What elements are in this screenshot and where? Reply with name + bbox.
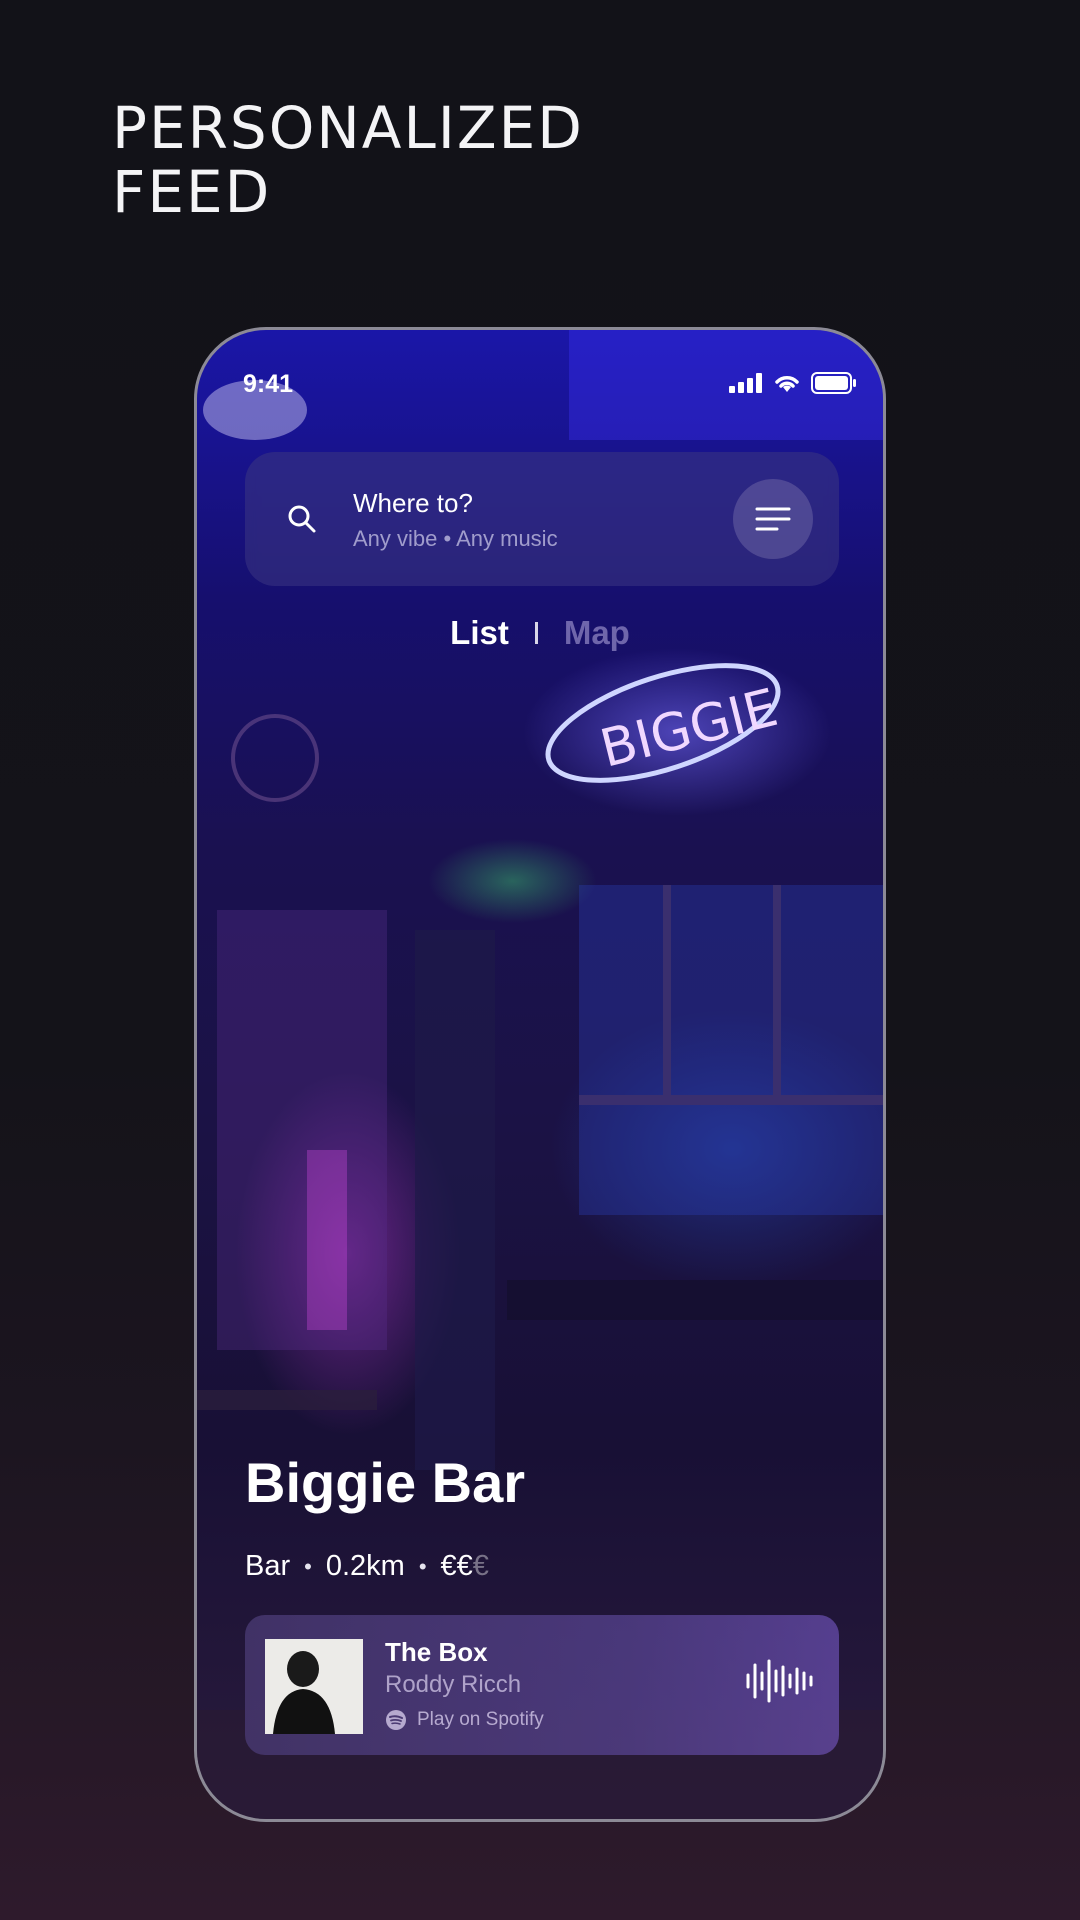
meta-separator: • xyxy=(418,1553,427,1579)
album-art xyxy=(265,1639,363,1734)
track-artist: Roddy Ricch xyxy=(385,1671,522,1698)
cellular-signal-icon xyxy=(729,373,762,393)
battery-icon xyxy=(811,372,856,394)
headline-line-2: FEED xyxy=(112,158,272,226)
status-time: 9:41 xyxy=(243,370,294,398)
venue-meta: Bar • 0.2km • €€€ xyxy=(245,1550,489,1583)
now-playing-card[interactable]: The Box Roddy Ricch Play on Spotify xyxy=(245,1615,839,1755)
search-icon xyxy=(288,505,316,533)
tab-map[interactable]: Map xyxy=(564,614,630,652)
track-title: The Box xyxy=(385,1637,488,1667)
venue-category: Bar xyxy=(245,1550,291,1582)
meta-separator: • xyxy=(304,1553,312,1579)
tab-divider xyxy=(534,622,538,644)
venue-title[interactable]: Biggie Bar xyxy=(245,1450,525,1515)
venue-price: €€€ xyxy=(441,1550,489,1583)
search-subtitle: Any vibe • Any music xyxy=(353,526,558,551)
venue-distance: 0.2km xyxy=(325,1550,405,1582)
spotify-label: Play on Spotify xyxy=(417,1709,544,1730)
view-toggle: List Map xyxy=(197,614,883,652)
phone-frame: BIGGIE 9:41 Where to? Any vibe • Any mus… xyxy=(194,327,886,1822)
headline-line-1: PERSONALIZED xyxy=(112,94,584,162)
price-inactive: € xyxy=(472,1550,489,1582)
tab-list[interactable]: List xyxy=(450,614,509,652)
search-title: Where to? xyxy=(353,488,473,518)
page-headline: PERSONALIZED FEED xyxy=(112,96,584,224)
wifi-icon xyxy=(775,376,799,392)
filter-button[interactable] xyxy=(733,479,813,559)
search-bar[interactable]: Where to? Any vibe • Any music xyxy=(245,452,839,586)
audio-waveform-icon[interactable] xyxy=(745,1659,815,1703)
filter-icon xyxy=(755,507,791,531)
status-icons xyxy=(729,372,857,394)
play-on-spotify-link[interactable]: Play on Spotify xyxy=(385,1709,544,1731)
album-art-image xyxy=(265,1639,363,1734)
price-active: €€ xyxy=(440,1550,473,1582)
status-bar: 9:41 xyxy=(197,330,883,420)
spotify-icon xyxy=(386,1710,406,1730)
